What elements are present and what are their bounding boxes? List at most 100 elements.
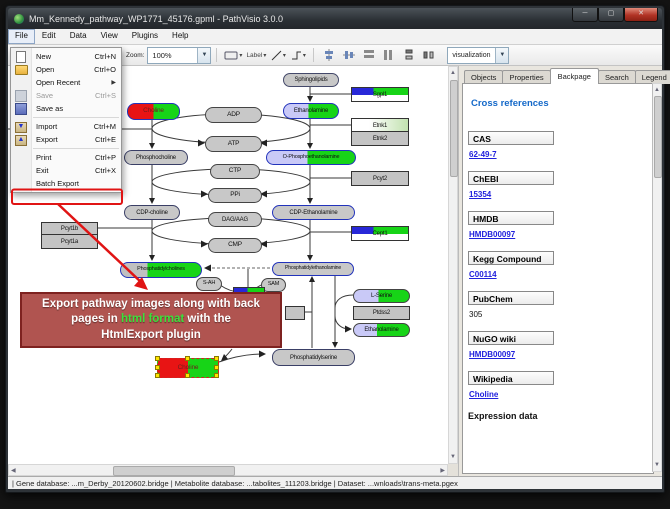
node-phosphocholine[interactable]: Phosphocholine xyxy=(124,150,188,165)
cas-link[interactable]: 62-49-7 xyxy=(469,150,653,159)
align-center-x-button[interactable] xyxy=(320,46,338,65)
file-menu-item-print[interactable]: PrintCtrl+P xyxy=(11,151,121,164)
node-phosphatidylcholines[interactable]: Phosphatidylcholines xyxy=(120,262,202,278)
node-etnk2[interactable]: Etnk2 xyxy=(351,131,409,146)
maximize-button[interactable]: ▢ xyxy=(598,8,624,22)
selection-handle[interactable] xyxy=(185,373,190,378)
export-box-icon: ▲ xyxy=(15,135,27,146)
node-phosphatidylethanolamine[interactable]: Phosphatidylethanolamine xyxy=(272,262,354,276)
file-menu-item-open[interactable]: OpenCtrl+O xyxy=(11,63,121,76)
panel-vscrollbar[interactable]: ▲ ▼ xyxy=(652,83,662,472)
align-center-y-button[interactable] xyxy=(340,46,358,65)
canvas-vscrollbar[interactable]: ▲ ▼ xyxy=(448,66,458,464)
stack-vertical-icon xyxy=(403,49,415,61)
file-menu-item-new[interactable]: NewCtrl+N xyxy=(11,50,121,63)
hmdb-link[interactable]: HMDB00097 xyxy=(469,230,653,239)
menu-file[interactable]: File xyxy=(8,29,35,44)
selection-handle[interactable] xyxy=(185,356,190,361)
menu-view[interactable]: View xyxy=(94,29,125,44)
node-ptdss1[interactable] xyxy=(285,306,305,320)
file-menu-item-batch-export[interactable]: Batch Export xyxy=(11,177,121,190)
node-pcyt2[interactable]: Pcyt2 xyxy=(351,171,409,186)
node-pcyt1a[interactable]: Pcyt1a xyxy=(41,234,98,249)
visualization-dropdown-icon[interactable]: ▼ xyxy=(495,48,508,63)
xref-title: PubChem xyxy=(468,291,554,305)
datanode-tool-button[interactable]: ▾ xyxy=(223,46,243,65)
menu-plugins[interactable]: Plugins xyxy=(125,29,165,44)
tab-legend[interactable]: Legend xyxy=(635,70,670,84)
node-phosphatidylserine[interactable]: Phosphatidylserine xyxy=(272,349,355,366)
common-width-button[interactable] xyxy=(360,46,378,65)
scroll-right-icon[interactable]: ▶ xyxy=(440,466,445,476)
menu-data[interactable]: Data xyxy=(63,29,94,44)
file-menu-item-open-recent[interactable]: Open Recent▶ xyxy=(11,76,121,89)
node-atp[interactable]: ATP xyxy=(205,136,262,152)
node-s-ah[interactable]: S-AH xyxy=(196,277,222,291)
node-adp[interactable]: ADP xyxy=(205,107,262,123)
node-choline-top[interactable]: Choline xyxy=(127,103,180,120)
chebi-link[interactable]: 15354 xyxy=(469,190,653,199)
node-cmp[interactable]: CMP xyxy=(208,238,262,253)
selection-handle[interactable] xyxy=(155,356,160,361)
menu-help[interactable]: Help xyxy=(165,29,195,44)
visualization-combobox[interactable]: visualization ▼ xyxy=(447,47,509,64)
xref-title: Kegg Compound xyxy=(468,251,554,265)
node-dag-aag[interactable]: DAG/AAG xyxy=(208,212,262,227)
line-tool-button[interactable]: ▾ xyxy=(269,46,287,65)
save-disk-icon xyxy=(15,90,27,102)
stack-horizontal-button[interactable] xyxy=(420,46,438,65)
node-cdp-ethanolamine[interactable]: CDP-Ethanolamine xyxy=(272,205,355,220)
tab-properties[interactable]: Properties xyxy=(502,70,550,84)
node-ethanolamine-bottom[interactable]: Ethanolamine xyxy=(353,323,410,337)
node-o-phosphoethanolamine[interactable]: O-Phosphoethanolamine xyxy=(266,150,356,165)
node-ptdss2[interactable]: Ptdss2 xyxy=(353,306,410,320)
xref-section-chebi: ChEBI15354 xyxy=(468,171,653,199)
canvas-hscroll-thumb[interactable] xyxy=(113,466,235,476)
kegg-compound-link[interactable]: C00114 xyxy=(469,270,653,279)
file-menu-item-import[interactable]: ▼ImportCtrl+M xyxy=(11,120,121,133)
zoom-dropdown-icon[interactable]: ▼ xyxy=(197,48,210,63)
scroll-down-icon[interactable]: ▼ xyxy=(449,452,457,462)
panel-vscroll-thumb[interactable] xyxy=(654,96,662,178)
label-tool-button[interactable]: Label ▾ xyxy=(245,46,267,65)
selection-handle[interactable] xyxy=(155,373,160,378)
file-menu-item-exit[interactable]: ExitCtrl+X xyxy=(11,164,121,177)
stack-vertical-button[interactable] xyxy=(400,46,418,65)
file-menu-item-save-as[interactable]: Save as xyxy=(11,102,121,115)
selection-handle[interactable] xyxy=(155,365,160,370)
minimize-button[interactable]: ─ xyxy=(572,8,598,22)
submenu-arrow-icon: ▶ xyxy=(111,79,116,86)
title-bar[interactable]: Mm_Kennedy_pathway_WP1771_45176.gpml - P… xyxy=(8,8,662,29)
menu-edit[interactable]: Edit xyxy=(35,29,63,44)
wikipedia-link[interactable]: Choline xyxy=(469,390,653,399)
selection-handle[interactable] xyxy=(214,356,219,361)
node-cdp-choline[interactable]: CDP-choline xyxy=(124,205,180,220)
common-height-button[interactable] xyxy=(380,46,398,65)
tab-backpage[interactable]: Backpage xyxy=(550,68,599,84)
scroll-left-icon[interactable]: ◀ xyxy=(11,466,16,476)
nugo-wiki-link[interactable]: HMDB00097 xyxy=(469,350,653,359)
panel-scroll-down-icon[interactable]: ▼ xyxy=(653,460,661,470)
node-ctp[interactable]: CTP xyxy=(210,164,260,179)
node-sphingolipids[interactable]: Sphingolipids xyxy=(283,73,339,87)
selection-handle[interactable] xyxy=(214,365,219,370)
menu-item-label: New xyxy=(36,52,51,61)
node-ethanolamine-top[interactable]: Ethanolamine xyxy=(283,103,339,119)
canvas-hscrollbar[interactable]: ◀ ▶ xyxy=(8,464,448,476)
scroll-up-icon[interactable]: ▲ xyxy=(449,68,457,78)
tab-search[interactable]: Search xyxy=(598,70,636,84)
close-button[interactable]: ✕ xyxy=(624,8,658,22)
zoom-combobox[interactable]: 100% ▼ xyxy=(147,47,211,64)
node-l-serine[interactable]: L-Serine xyxy=(353,289,410,303)
callout-line2: pages in html format with the xyxy=(22,312,280,328)
callout-line3: HtmlExport plugin xyxy=(22,328,280,344)
tab-objects[interactable]: Objects xyxy=(464,70,503,84)
selection-handle[interactable] xyxy=(214,373,219,378)
file-menu-item-export[interactable]: ▲ExportCtrl+E xyxy=(11,133,121,146)
panel-scroll-up-icon[interactable]: ▲ xyxy=(653,85,661,95)
node-cept1[interactable]: Cept1 xyxy=(351,226,409,241)
node-ppi[interactable]: PPi xyxy=(208,188,262,203)
canvas-vscroll-thumb[interactable] xyxy=(450,80,458,177)
connector-tool-button[interactable]: ▾ xyxy=(289,46,307,65)
node-sgpl1[interactable]: Sgpl1 xyxy=(351,87,409,102)
